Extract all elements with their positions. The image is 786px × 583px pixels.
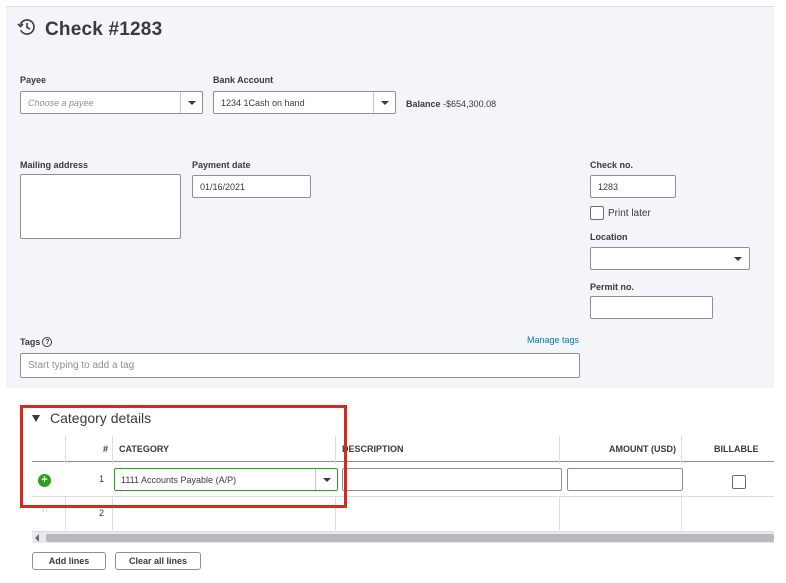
payment-date-value: 01/16/2021	[200, 181, 246, 192]
chevron-down-icon[interactable]	[727, 248, 749, 269]
print-later-label: Print later	[608, 207, 651, 219]
chevron-down-icon[interactable]	[180, 92, 202, 113]
horizontal-scrollbar[interactable]	[32, 531, 774, 543]
bank-account-dropdown[interactable]: 1234 1Cash on hand	[213, 91, 396, 114]
balance-value: -$654,300.08	[443, 99, 497, 109]
payee-label: Payee	[20, 75, 47, 85]
tags-input[interactable]: Start typing to add a tag	[20, 353, 580, 378]
scroll-thumb[interactable]	[46, 534, 774, 542]
page-title: Check #1283	[45, 18, 163, 40]
chevron-down-icon[interactable]	[373, 92, 395, 113]
tags-placeholder: Start typing to add a tag	[28, 360, 135, 371]
bank-account-value: 1234 1Cash on hand	[221, 97, 305, 108]
description-input[interactable]	[342, 468, 562, 491]
check-form-header: Check #1283 Payee Choose a payee Bank Ac…	[6, 6, 774, 388]
history-icon[interactable]	[16, 17, 36, 42]
balance-label: Balance	[406, 99, 441, 109]
payment-date-field[interactable]: 01/16/2021	[192, 175, 311, 198]
tags-label: Tags	[20, 337, 41, 347]
manage-tags-link[interactable]: Manage tags	[527, 335, 579, 345]
payee-placeholder: Choose a payee	[28, 97, 94, 108]
location-label: Location	[590, 232, 628, 242]
col-amount: AMOUNT (USD)	[609, 444, 676, 454]
scroll-left-icon[interactable]	[35, 534, 39, 542]
tags-label-row: Tags ?	[20, 337, 53, 347]
help-icon[interactable]: ?	[42, 337, 53, 347]
drag-handle-icon[interactable]: ⁝⁝	[42, 506, 50, 518]
billable-checkbox[interactable]	[732, 475, 746, 489]
payment-date-label: Payment date	[192, 160, 251, 170]
mailing-address-field[interactable]	[20, 174, 181, 239]
check-no-field[interactable]: 1283	[590, 175, 676, 198]
permit-no-label: Permit no.	[590, 282, 635, 292]
highlight-box	[20, 405, 347, 508]
mailing-address-label: Mailing address	[20, 160, 89, 170]
permit-no-field[interactable]	[590, 296, 713, 319]
check-no-label: Check no.	[590, 160, 634, 170]
print-later-checkbox[interactable]	[590, 206, 604, 220]
balance-display: Balance -$654,300.08	[406, 99, 496, 109]
bank-account-label: Bank Account	[213, 75, 274, 85]
location-dropdown[interactable]	[590, 247, 750, 270]
print-later-option[interactable]: Print later	[590, 206, 651, 220]
payee-dropdown[interactable]: Choose a payee	[20, 91, 203, 114]
title-row: Check #1283	[16, 17, 162, 42]
amount-input[interactable]	[567, 468, 683, 491]
col-billable: BILLABLE	[714, 444, 759, 454]
col-description: DESCRIPTION	[342, 444, 404, 454]
check-no-value: 1283	[598, 181, 619, 192]
clear-all-lines-button[interactable]: Clear all lines	[115, 552, 201, 570]
row-number: 2	[98, 508, 104, 518]
add-lines-button[interactable]: Add lines	[32, 552, 106, 570]
